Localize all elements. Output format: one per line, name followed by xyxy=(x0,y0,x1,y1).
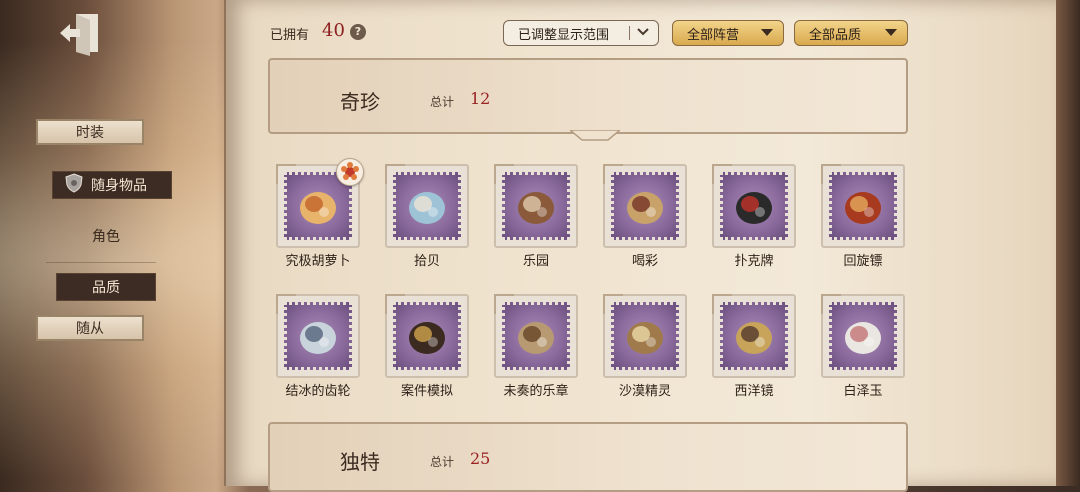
item-name: 乐园 xyxy=(522,254,549,269)
item-frame xyxy=(385,294,469,378)
item-frame xyxy=(712,164,796,248)
item-frame xyxy=(821,164,905,248)
sidebar-item-fashion[interactable]: 时装 xyxy=(36,119,144,145)
item-frame xyxy=(603,294,687,378)
chevron-down-icon xyxy=(883,26,899,42)
item-frame xyxy=(821,294,905,378)
card-box-icon xyxy=(730,182,778,230)
item-frame xyxy=(494,164,578,248)
item-frame xyxy=(603,164,687,248)
exit-icon[interactable] xyxy=(58,10,102,56)
banner-notch xyxy=(570,130,620,141)
spinning-top-icon xyxy=(403,312,451,360)
help-icon[interactable]: ? xyxy=(350,24,366,40)
mask-jester-icon xyxy=(621,182,669,230)
section-total-label: 总计 xyxy=(430,95,455,109)
item-frame xyxy=(385,164,469,248)
item-name: 西洋镜 xyxy=(734,384,774,399)
item-name: 白泽玉 xyxy=(843,384,883,399)
rabbit-toy-icon xyxy=(512,182,560,230)
frame-edge xyxy=(1056,0,1080,486)
sidebar-item-label: 品质 xyxy=(92,280,120,296)
sidebar-item-character[interactable]: 角色 xyxy=(52,223,160,249)
section-title: 奇珍 xyxy=(340,90,380,114)
item-card[interactable]: 究极胡萝卜 xyxy=(272,158,364,269)
item-card[interactable]: 西洋镜 xyxy=(708,294,800,399)
boomerang-icon xyxy=(839,182,887,230)
owned-count: 40 xyxy=(322,20,345,41)
section-total: 12 xyxy=(470,89,491,108)
item-frame xyxy=(712,294,796,378)
range-dropdown-label: 已调整显示范围 xyxy=(518,27,610,43)
camp-dropdown-label: 全部阵营 xyxy=(687,27,740,43)
frozen-gear-icon xyxy=(294,312,342,360)
owned-label: 已拥有 xyxy=(270,28,310,43)
item-name: 喝彩 xyxy=(631,254,658,269)
item-card[interactable]: 回旋镖 xyxy=(817,164,909,269)
item-card[interactable]: 喝彩 xyxy=(599,164,691,269)
item-card[interactable]: 案件模拟 xyxy=(381,294,473,399)
item-name: 沙漠精灵 xyxy=(618,384,671,399)
item-name: 究极胡萝卜 xyxy=(285,254,351,269)
sidebar: 时装 随身物品 角色 品质 随从 xyxy=(0,0,230,486)
dragonfly-icon xyxy=(621,312,669,360)
sidebar-item-quality[interactable]: 品质 xyxy=(56,273,156,301)
sidebar-item-follower[interactable]: 随从 xyxy=(36,315,144,341)
section-banner-unique: 独特 总计 25 xyxy=(268,422,908,492)
range-dropdown[interactable]: 已调整显示范围 xyxy=(503,20,659,46)
item-name: 结冰的齿轮 xyxy=(285,384,351,399)
item-card[interactable]: 拾贝 xyxy=(381,164,473,269)
sidebar-item-label: 时装 xyxy=(76,125,104,141)
item-card[interactable]: 未奏的乐章 xyxy=(490,294,582,399)
item-frame xyxy=(276,294,360,378)
item-frame xyxy=(494,294,578,378)
chevron-down-icon xyxy=(629,26,650,40)
divider xyxy=(46,262,156,263)
shield-icon xyxy=(65,173,83,197)
goblet-icon xyxy=(730,312,778,360)
item-name: 未奏的乐章 xyxy=(503,384,569,399)
item-name: 回旋镖 xyxy=(843,254,883,269)
sidebar-item-accessories[interactable]: 随身物品 xyxy=(52,171,172,199)
quality-dropdown[interactable]: 全部品质 xyxy=(794,20,908,46)
item-name: 案件模拟 xyxy=(400,384,453,399)
white-deer-icon xyxy=(839,312,887,360)
sidebar-item-label: 随从 xyxy=(76,321,104,337)
section-total: 25 xyxy=(470,449,491,468)
shell-pearl-icon xyxy=(403,182,451,230)
item-name: 扑克牌 xyxy=(734,254,774,269)
new-flower-badge-icon xyxy=(336,158,364,186)
item-card[interactable]: 乐园 xyxy=(490,164,582,269)
scroll-sheet-icon xyxy=(512,312,560,360)
item-card[interactable]: 白泽玉 xyxy=(817,294,909,399)
sidebar-item-label: 角色 xyxy=(92,229,120,245)
section-title: 独特 xyxy=(340,450,380,474)
carrot-jar-icon xyxy=(294,182,342,230)
section-total-label: 总计 xyxy=(430,455,455,469)
item-card[interactable]: 扑克牌 xyxy=(708,164,800,269)
camp-dropdown[interactable]: 全部阵营 xyxy=(672,20,784,46)
item-card[interactable]: 沙漠精灵 xyxy=(599,294,691,399)
item-card[interactable]: 结冰的齿轮 xyxy=(272,294,364,399)
quality-dropdown-label: 全部品质 xyxy=(809,27,862,43)
sidebar-item-label: 随身物品 xyxy=(91,178,147,194)
item-name: 拾贝 xyxy=(413,254,440,269)
section-banner-rare: 奇珍 总计 12 xyxy=(268,58,908,141)
chevron-down-icon xyxy=(759,26,775,42)
